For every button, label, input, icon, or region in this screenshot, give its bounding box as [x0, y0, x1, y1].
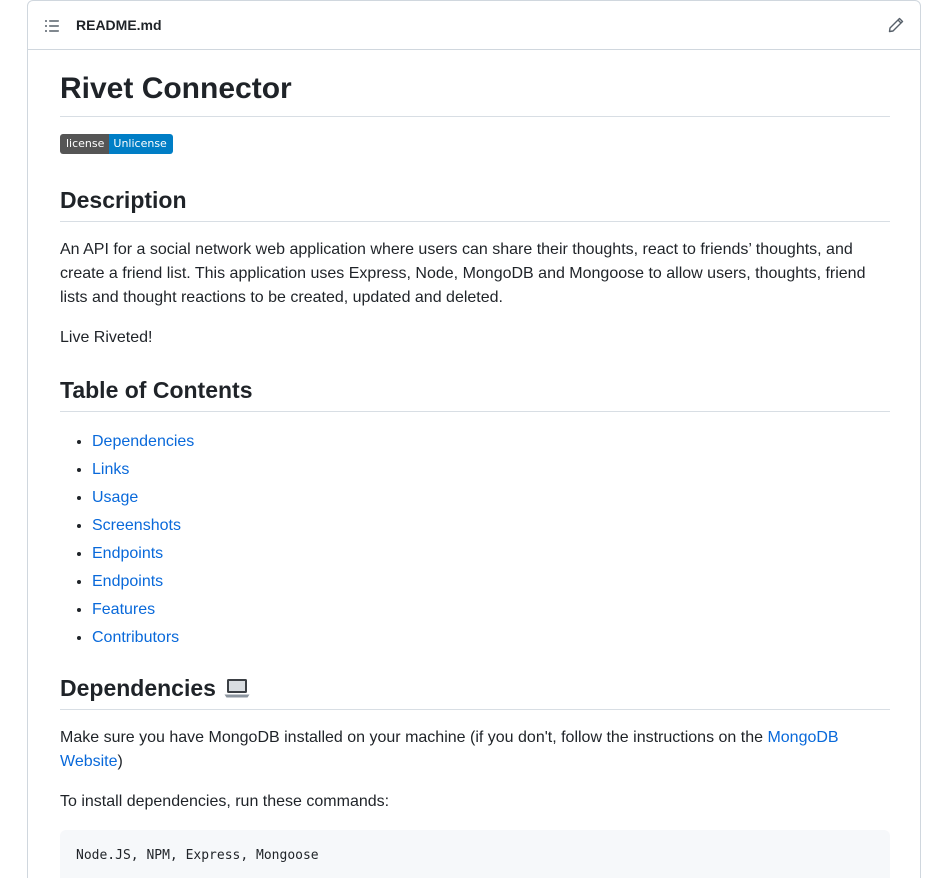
title-divider: [60, 116, 890, 117]
description-paragraph: An API for a social network web applicat…: [60, 241, 866, 306]
dependencies-divider: [60, 709, 890, 710]
readme-page: README.md Rivet Connector license Unlice…: [0, 0, 938, 878]
toc-link-features[interactable]: Features: [92, 601, 155, 618]
toc-link-endpoints[interactable]: Endpoints: [92, 545, 163, 562]
toc-link-endpoints-2[interactable]: Endpoints: [92, 573, 163, 590]
code-block: Node.JS, NPM, Express, Mongoose: [60, 830, 890, 878]
tagline: Live Riveted!: [60, 329, 153, 346]
install-instructions: To install dependencies, run these comma…: [60, 793, 390, 810]
toc-item: Features: [92, 596, 194, 624]
toc-divider: [60, 411, 890, 412]
toc-link-dependencies[interactable]: Dependencies: [92, 433, 194, 450]
dependencies-heading-text: Dependencies: [60, 675, 216, 701]
toc-list: Dependencies Links Usage Screenshots End…: [60, 428, 194, 652]
toc-item: Screenshots: [92, 512, 194, 540]
toc-item: Endpoints: [92, 568, 194, 596]
toc-item: Contributors: [92, 624, 194, 652]
description-heading: Description: [60, 187, 187, 213]
readme-container: README.md Rivet Connector license Unlice…: [27, 0, 921, 878]
dependencies-intro-end: ): [117, 753, 123, 770]
pencil-icon[interactable]: [888, 17, 904, 33]
readme-filename: README.md: [76, 17, 162, 33]
toc-link-usage[interactable]: Usage: [92, 489, 138, 506]
toc-heading: Table of Contents: [60, 377, 253, 403]
code-text: Node.JS, NPM, Express, Mongoose: [76, 848, 319, 863]
dependencies-heading: Dependencies: [60, 673, 250, 703]
toc-item: Dependencies: [92, 428, 194, 456]
license-badge-value: Unlicense: [109, 134, 173, 154]
license-badge[interactable]: license Unlicense: [60, 134, 173, 154]
dependencies-intro-text: Make sure you have MongoDB installed on …: [60, 729, 768, 746]
dependencies-intro: Make sure you have MongoDB installed on …: [60, 726, 890, 774]
toc-link-contributors[interactable]: Contributors: [92, 629, 179, 646]
description-divider: [60, 221, 890, 222]
toc-link-screenshots[interactable]: Screenshots: [92, 517, 181, 534]
toc-item: Links: [92, 456, 194, 484]
list-unordered-icon[interactable]: [44, 18, 60, 34]
readme-title: Rivet Connector: [60, 72, 292, 105]
license-badge-label: license: [60, 134, 110, 154]
toc-item: Endpoints: [92, 540, 194, 568]
toc-link-links[interactable]: Links: [92, 461, 129, 478]
toc-item: Usage: [92, 484, 194, 512]
readme-header: README.md: [28, 1, 920, 50]
laptop-icon: [224, 679, 250, 698]
